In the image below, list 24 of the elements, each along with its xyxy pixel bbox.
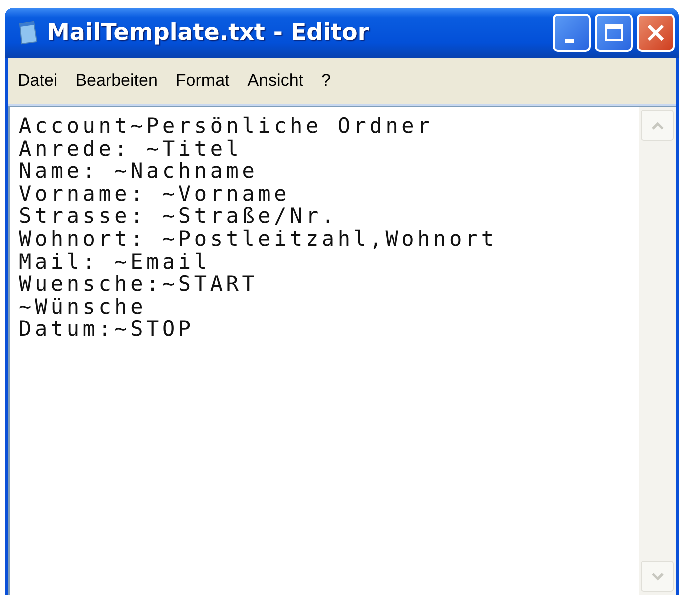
text-line: Wuensche:~START [19, 273, 260, 296]
chevron-down-icon [650, 572, 664, 582]
chevron-up-icon [650, 120, 664, 130]
close-button[interactable] [637, 14, 675, 52]
text-editor[interactable]: Account~Persönliche Ordner Anrede: ~Titel Name: ~Nachname Vorname: ~Vorname Strasse: ~Straße/Nr. Wohnort: ~Postleitzahl,Wohnort Mail: ~Email Wuensche:~START ~Wünsche Datum:~STOP [8, 106, 676, 595]
window-title: MailTemplate.txt - Editor [47, 20, 370, 46]
minimize-button[interactable] [553, 14, 591, 52]
menu-item[interactable]: Format [176, 71, 230, 91]
menu-item[interactable]: ? [322, 71, 331, 91]
text-line: Anrede: ~Titel [19, 138, 244, 160]
text-line: Datum:~STOP [19, 318, 196, 341]
text-line: Vorname: ~Vorname [19, 182, 292, 206]
menu-item[interactable]: Datei [18, 71, 58, 91]
text-line: Strasse: ~Straße/Nr. [19, 205, 339, 228]
menu-item[interactable]: Ansicht [248, 71, 304, 91]
menu-item[interactable]: Bearbeiten [76, 71, 158, 91]
text-line: ~Wünsche [19, 296, 148, 318]
text-line: Mail: ~Email [19, 250, 212, 274]
text-line: Name: ~Nachname [19, 160, 260, 183]
text-line: Account~Persönliche Ordner [19, 115, 435, 138]
minimize-icon [564, 39, 574, 43]
notepad-icon [17, 21, 39, 45]
text-line: Wohnort: ~Postleitzahl,Wohnort [19, 228, 498, 251]
maximize-button[interactable] [595, 14, 633, 52]
